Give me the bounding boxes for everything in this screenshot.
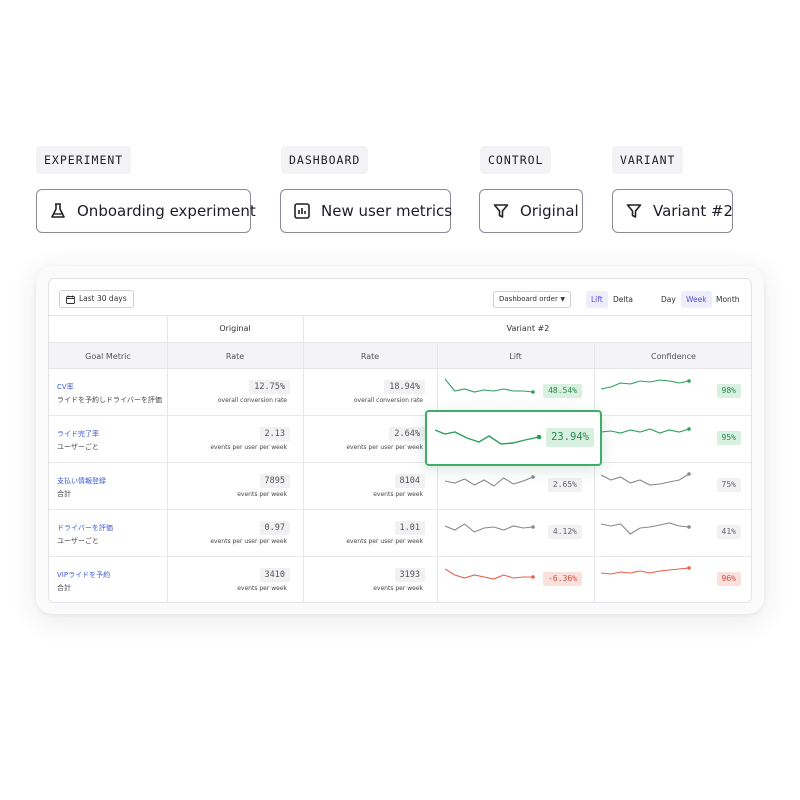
confidence-value: 41% bbox=[716, 525, 741, 539]
calendar-icon bbox=[66, 295, 75, 304]
variant-rate-value: 18.94% bbox=[384, 380, 425, 394]
table-row: ライド完了率 ユーザーごと 2.13 events per user per w… bbox=[49, 416, 751, 463]
group-header-variant: Variant #2 bbox=[506, 324, 550, 333]
metric-subtitle: 合計 bbox=[57, 490, 71, 498]
column-header-goal-metric: Goal Metric bbox=[49, 342, 167, 369]
control-selector[interactable]: Original bbox=[479, 189, 583, 233]
variant-selector[interactable]: Variant #2 bbox=[612, 189, 733, 233]
dashboard-label: DASHBOARD bbox=[281, 146, 369, 174]
metric-subtitle: ライドを予約しドライバーを評価 bbox=[57, 396, 162, 404]
control-value: Original bbox=[520, 202, 579, 220]
date-range-label: Last 30 days bbox=[79, 294, 127, 303]
column-header-confidence: Confidence bbox=[594, 342, 751, 369]
experiment-selector[interactable]: Onboarding experiment bbox=[36, 189, 256, 233]
confidence-value: 96% bbox=[716, 572, 741, 586]
metric-subtitle: ユーザーごと bbox=[57, 537, 99, 545]
chevron-down-icon: ▼ bbox=[560, 296, 565, 303]
metrics-toolbar: Last 30 days Dashboard order ▼ Lift Delt… bbox=[49, 279, 751, 316]
granularity-week[interactable]: Week bbox=[681, 291, 712, 308]
metric-subtitle: ユーザーごと bbox=[57, 443, 99, 451]
table-row: CV率 ライドを予約しドライバーを評価 12.75% overall conve… bbox=[49, 369, 751, 416]
control-rate-unit: events per week bbox=[237, 491, 287, 498]
filter-icon bbox=[626, 204, 642, 218]
variant-rate-value: 8104 bbox=[394, 474, 425, 488]
lift-sparkline bbox=[445, 475, 535, 487]
confidence-sparkline bbox=[601, 472, 691, 486]
table-row: VIPライドを予約 合計 3410 events per week 3193 e… bbox=[49, 557, 751, 602]
metric-name-link[interactable]: VIPライドを予約 bbox=[57, 570, 110, 580]
variant-value: Variant #2 bbox=[653, 202, 734, 220]
control-label: CONTROL bbox=[480, 146, 552, 174]
lift-sparkline bbox=[445, 523, 535, 533]
filter-icon bbox=[493, 204, 509, 218]
highlighted-lift-cell[interactable]: 23.94% bbox=[425, 410, 602, 466]
variant-rate-unit: overall conversion rate bbox=[353, 397, 423, 404]
metric-name-link[interactable]: ドライバーを評価 bbox=[57, 523, 113, 533]
granularity-month[interactable]: Month bbox=[711, 291, 745, 308]
order-select-value: Dashboard order bbox=[499, 295, 558, 303]
variant-rate-unit: events per user per week bbox=[346, 538, 423, 545]
metric-name-link[interactable]: ライド完了率 bbox=[57, 429, 99, 439]
variant-rate-unit: events per week bbox=[373, 585, 423, 592]
confidence-sparkline bbox=[601, 566, 691, 575]
column-divider bbox=[437, 342, 438, 602]
control-rate-value: 12.75% bbox=[249, 380, 290, 394]
control-rate-unit: events per week bbox=[237, 585, 287, 592]
metrics-panel: Last 30 days Dashboard order ▼ Lift Delt… bbox=[48, 278, 752, 603]
dashboard-selector[interactable]: New user metrics bbox=[280, 189, 453, 233]
control-rate-unit: overall conversion rate bbox=[217, 397, 287, 404]
lift-value: -6.36% bbox=[543, 572, 582, 586]
column-divider bbox=[303, 316, 304, 602]
confidence-value: 98% bbox=[716, 384, 741, 398]
control-rate-unit: events per user per week bbox=[210, 444, 287, 451]
mode-delta[interactable]: Delta bbox=[608, 291, 638, 308]
metric-subtitle: 合計 bbox=[57, 584, 71, 592]
granularity-day[interactable]: Day bbox=[656, 291, 681, 308]
column-divider bbox=[167, 316, 168, 602]
lift-sparkline bbox=[445, 568, 535, 580]
metric-name-link[interactable]: CV率 bbox=[57, 382, 74, 392]
lift-sparkline-highlight bbox=[435, 429, 542, 445]
order-select[interactable]: Dashboard order ▼ bbox=[493, 291, 571, 308]
confidence-sparkline bbox=[601, 522, 691, 535]
variant-rate-value: 2.64% bbox=[389, 427, 425, 441]
column-header-lift: Lift bbox=[437, 342, 594, 369]
column-header-variant-rate: Rate bbox=[303, 342, 437, 369]
control-rate-value: 7895 bbox=[259, 474, 290, 488]
variant-rate-value: 3193 bbox=[394, 568, 425, 582]
control-rate-unit: events per user per week bbox=[210, 538, 287, 545]
metric-name-link[interactable]: 支払い情報登録 bbox=[57, 476, 106, 486]
variant-rate-unit: events per user per week bbox=[346, 444, 423, 451]
control-rate-value: 2.13 bbox=[259, 427, 290, 441]
lift-sparkline bbox=[445, 378, 535, 394]
confidence-sparkline bbox=[601, 427, 691, 434]
lift-value: 48.54% bbox=[543, 384, 582, 398]
mode-lift[interactable]: Lift bbox=[586, 291, 608, 308]
column-header-control-rate: Rate bbox=[167, 342, 303, 369]
column-divider bbox=[594, 342, 595, 602]
variant-rate-unit: events per week bbox=[373, 491, 423, 498]
confidence-sparkline bbox=[601, 379, 691, 390]
experiment-value: Onboarding experiment bbox=[77, 202, 256, 220]
lift-value-highlight: 23.94% bbox=[546, 428, 594, 447]
dashboard-value: New user metrics bbox=[321, 202, 453, 220]
confidence-value: 75% bbox=[716, 478, 741, 492]
date-range-button[interactable]: Last 30 days bbox=[59, 290, 134, 308]
table-row: 支払い情報登録 合計 7895 events per week 8104 eve… bbox=[49, 463, 751, 510]
flask-icon bbox=[51, 203, 65, 218]
chart-icon bbox=[294, 203, 310, 219]
variant-rate-value: 1.01 bbox=[394, 521, 425, 535]
group-header-control: Original bbox=[219, 324, 251, 333]
variant-label: VARIANT bbox=[612, 146, 684, 174]
table-row: ドライバーを評価 ユーザーごと 0.97 events per user per… bbox=[49, 510, 751, 557]
confidence-value: 95% bbox=[716, 431, 741, 445]
control-rate-value: 0.97 bbox=[259, 521, 290, 535]
control-rate-value: 3410 bbox=[259, 568, 290, 582]
lift-value: 4.12% bbox=[547, 525, 582, 539]
experiment-label: EXPERIMENT bbox=[36, 146, 132, 174]
lift-value: 2.65% bbox=[547, 478, 582, 492]
